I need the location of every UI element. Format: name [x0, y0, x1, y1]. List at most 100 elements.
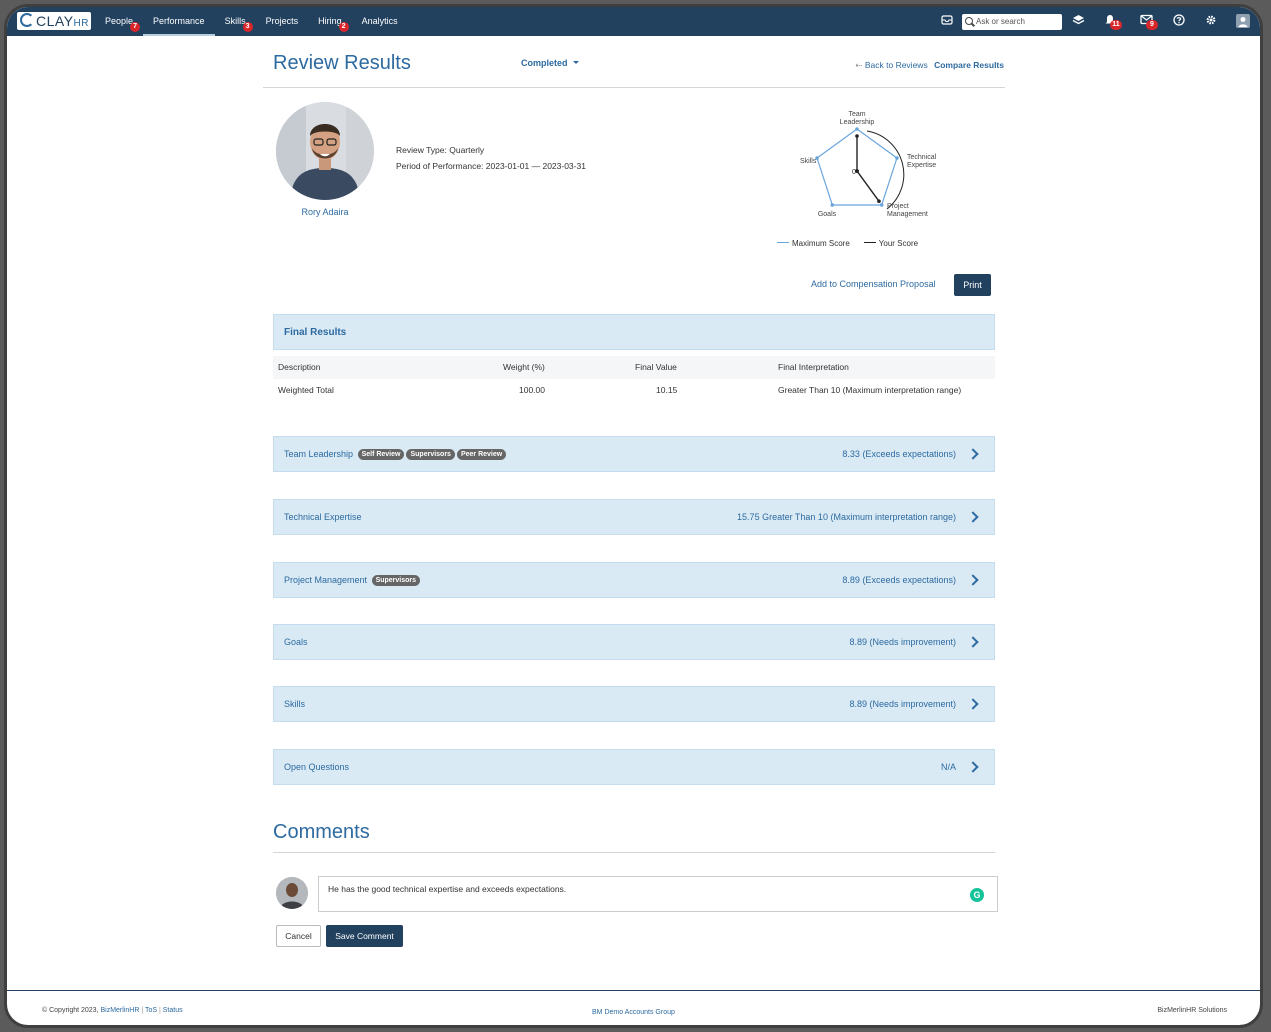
- nav-analytics[interactable]: Analytics: [352, 7, 408, 36]
- radar-series-your-score: [856, 136, 880, 202]
- layers-icon[interactable]: [1072, 14, 1085, 30]
- radar-point: [877, 199, 881, 204]
- review-info: Review Type: Quarterly Period of Perform…: [396, 142, 586, 174]
- radar-point: [855, 134, 859, 138]
- clayhr-logo[interactable]: CLAYHR: [17, 12, 91, 30]
- section-score: 8.89 (Exceeds expectations): [842, 575, 956, 585]
- table-header: Description Weight (%) Final Value Final…: [273, 356, 995, 379]
- inbox-icon[interactable]: [941, 14, 953, 30]
- back-to-reviews-link[interactable]: Back to Reviews: [865, 60, 928, 70]
- comments-title: Comments: [273, 821, 370, 843]
- footer-copyright: © Copyright 2023, BizMerlinHR | ToS | St…: [42, 1007, 183, 1014]
- supervisors-badge: Supervisors: [371, 575, 421, 586]
- section-title: Project Management: [284, 575, 368, 585]
- header-links: ⇠ Back to Reviews Compare Results: [855, 60, 1004, 71]
- col-final-value: Final Value: [635, 362, 677, 372]
- nav-people[interactable]: People 7: [95, 7, 143, 36]
- app-window: CLAYHR People 7 Performance Skills 3 Proje…: [4, 4, 1263, 1028]
- chevron-right-icon[interactable]: [967, 574, 979, 586]
- add-compensation-link[interactable]: Add to Compensation Proposal: [811, 279, 936, 289]
- section-skills[interactable]: Skills 8.89 (Needs improvement): [273, 686, 995, 722]
- radar-arc: [866, 130, 905, 210]
- section-score: N/A: [940, 762, 956, 772]
- search-icon: [965, 17, 973, 25]
- chevron-right-icon[interactable]: [967, 511, 979, 523]
- radar-axis-label: Management: [887, 211, 928, 218]
- comment-textarea[interactable]: He has the good technical expertise and …: [318, 876, 998, 912]
- radar-axis-label: Project: [887, 203, 909, 210]
- col-description: Description: [278, 362, 321, 372]
- section-goals[interactable]: Goals 8.89 (Needs improvement): [273, 624, 995, 660]
- main-content: Review Results Completed ⇠ Back to Revie…: [7, 36, 1260, 991]
- settings-gear-icon[interactable]: [1205, 14, 1217, 30]
- radar-point: [879, 203, 884, 207]
- footer-group-link[interactable]: BM Demo Accounts Group: [592, 1009, 675, 1016]
- section-title: Open Questions: [284, 762, 350, 772]
- section-title: Skills: [284, 699, 306, 709]
- cancel-button[interactable]: Cancel: [276, 925, 321, 947]
- radar-axis-label: Expertise: [907, 162, 936, 169]
- company-link[interactable]: BizMerlinHR: [100, 1007, 139, 1014]
- chevron-right-icon[interactable]: [967, 698, 979, 710]
- compare-results-link[interactable]: Compare Results: [934, 60, 1004, 70]
- chevron-right-icon[interactable]: [967, 761, 979, 773]
- section-score: 8.89 (Needs improvement): [849, 637, 956, 647]
- notifications-icon[interactable]: 11: [1104, 14, 1122, 30]
- section-title: Goals: [284, 637, 308, 647]
- section-score: 8.89 (Needs improvement): [849, 699, 956, 709]
- skills-badge: 3: [242, 22, 253, 32]
- save-comment-button[interactable]: Save Comment: [326, 925, 403, 947]
- hiring-badge: 2: [338, 22, 349, 32]
- search-input[interactable]: Ask or search: [962, 14, 1062, 30]
- nav-performance[interactable]: Performance: [143, 7, 215, 36]
- review-type: Review Type: Quarterly: [396, 145, 485, 155]
- final-results-panel: Final Results: [273, 314, 995, 350]
- legend-your-score: Your Score: [863, 239, 918, 248]
- status-dropdown[interactable]: Completed: [521, 58, 579, 68]
- radar-center-label: 0: [852, 169, 856, 176]
- section-technical-expertise[interactable]: Technical Expertise 15.75 Greater Than 1…: [273, 499, 995, 535]
- cell-description: Weighted Total: [278, 385, 334, 395]
- employee-name[interactable]: Rory Adaira: [276, 207, 374, 217]
- chevron-down-icon: [572, 61, 579, 64]
- people-badge: 7: [130, 22, 141, 32]
- radar-chart: 0 Team Leadership Technical Expertise Project…: [767, 106, 967, 256]
- table-row: Weighted Total 100.00 10.15 Greater Than…: [273, 379, 995, 402]
- radar-point: [895, 156, 899, 160]
- section-team-leadership[interactable]: Team Leadership Self Review Supervisors Pe…: [273, 436, 995, 472]
- chart-legend: Maximum Score Your Score: [777, 239, 918, 248]
- supervisors-badge: Supervisors: [406, 449, 455, 460]
- radar-axis-label: Technical: [907, 154, 937, 161]
- messages-icon[interactable]: 9: [1140, 14, 1158, 30]
- nav-skills[interactable]: Skills 3: [215, 7, 256, 36]
- chevron-right-icon[interactable]: [967, 448, 979, 460]
- peer-review-badge: Peer Review: [456, 449, 507, 460]
- footer-right: BizMerlinHR Solutions: [1157, 1007, 1227, 1014]
- nav-projects[interactable]: Projects: [256, 7, 309, 36]
- section-title: Team Leadership: [284, 449, 354, 459]
- chevron-right-icon[interactable]: [967, 636, 979, 648]
- section-open-questions[interactable]: Open Questions N/A: [273, 749, 995, 785]
- user-menu-icon[interactable]: [1236, 14, 1250, 32]
- status-link[interactable]: Status: [163, 1007, 183, 1014]
- help-icon[interactable]: [1173, 14, 1185, 30]
- tos-link[interactable]: ToS: [145, 1007, 157, 1014]
- title-divider: [263, 87, 1005, 88]
- radar-axis-label: Leadership: [840, 119, 875, 126]
- section-score: 8.33 (Exceeds expectations): [842, 449, 956, 459]
- section-project-management[interactable]: Project Management Supervisors 8.89 (Exc…: [273, 562, 995, 598]
- col-weight: Weight (%): [503, 362, 545, 372]
- section-title: Technical Expertise: [284, 512, 362, 522]
- top-navbar: CLAYHR People 7 Performance Skills 3 Proje…: [7, 7, 1260, 36]
- comments-divider: [273, 852, 995, 853]
- print-button[interactable]: Print: [954, 274, 991, 296]
- nav-hiring[interactable]: Hiring 2: [308, 7, 352, 36]
- col-interpretation: Final Interpretation: [778, 362, 849, 372]
- review-period: Period of Performance: 2023-01-01 — 2023…: [396, 161, 586, 171]
- main-nav: People 7 Performance Skills 3 Projects Hir…: [95, 7, 408, 36]
- cell-weight: 100.00: [519, 385, 545, 395]
- grammarly-icon[interactable]: G: [970, 888, 984, 902]
- logo-icon: [20, 13, 34, 27]
- radar-axis-label: Team: [848, 111, 865, 118]
- self-review-badge: Self Review: [357, 449, 405, 460]
